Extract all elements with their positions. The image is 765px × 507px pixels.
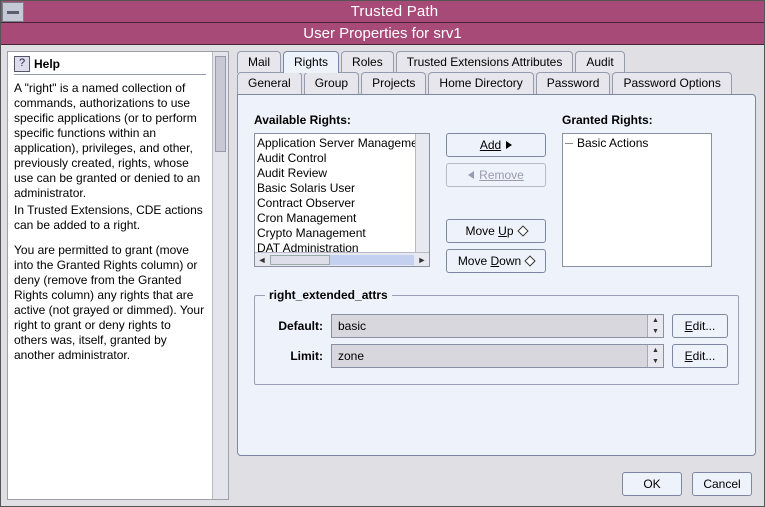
- dialog-footer: OK Cancel: [622, 472, 752, 496]
- chevron-right-icon: [506, 141, 512, 149]
- help-content: ? Help A "right" is a named collection o…: [8, 52, 212, 499]
- hscroll-left-icon[interactable]: ◄: [255, 253, 269, 267]
- help-pane: ? Help A "right" is a named collection o…: [7, 51, 229, 500]
- list-item[interactable]: Basic Solaris User: [257, 181, 413, 196]
- move-down-button[interactable]: Move Down: [446, 249, 546, 273]
- hscroll-thumb[interactable]: [270, 255, 330, 265]
- system-menu-icon[interactable]: [2, 2, 24, 22]
- edit-default-button[interactable]: Edit...: [672, 314, 728, 338]
- edit-limit-button[interactable]: Edit...: [672, 344, 728, 368]
- granted-rights-items[interactable]: Basic Actions: [563, 134, 711, 266]
- limit-label: Limit:: [265, 349, 323, 363]
- title-bar: Trusted Path: [1, 1, 764, 23]
- right-extended-attrs-legend: right_extended_attrs: [265, 288, 392, 302]
- list-item[interactable]: DAT Administration: [257, 241, 413, 252]
- tabs-row-1: Mail Rights Roles Trusted Extensions Att…: [237, 51, 756, 73]
- hscroll-right-icon[interactable]: ►: [415, 253, 429, 267]
- right-extended-attrs-group: right_extended_attrs Default: basic ▲ ▼ …: [254, 295, 739, 385]
- move-down-button-label: Move Down: [458, 254, 521, 268]
- help-text-3: You are permitted to grant (move into th…: [14, 243, 206, 363]
- available-rights-column: Available Rights: Application Server Man…: [254, 113, 430, 267]
- chevron-up-icon[interactable]: ▲: [648, 315, 663, 326]
- list-item[interactable]: Cron Management: [257, 211, 413, 226]
- available-hscrollbar[interactable]: ◄ ►: [255, 252, 429, 266]
- move-buttons-column: Add Remove Move Up Move Down: [446, 113, 546, 273]
- move-up-button[interactable]: Move Up: [446, 219, 546, 243]
- chevron-left-icon: [468, 171, 474, 179]
- default-label: Default:: [265, 319, 323, 333]
- tab-rights[interactable]: Rights: [283, 51, 339, 73]
- tab-general[interactable]: General: [237, 72, 302, 94]
- available-rights-label: Available Rights:: [254, 113, 430, 127]
- help-icon: ?: [14, 56, 30, 72]
- limit-spinner-buttons[interactable]: ▲ ▼: [647, 345, 663, 367]
- rights-lists-row: Available Rights: Application Server Man…: [254, 113, 739, 273]
- available-vscrollbar[interactable]: [415, 134, 429, 252]
- limit-attr-row: Limit: zone ▲ ▼ Edit...: [265, 344, 728, 368]
- help-text-2: In Trusted Extensions, CDE actions can b…: [14, 203, 206, 233]
- tabs-row-2: General Group Projects Home Directory Pa…: [237, 72, 756, 94]
- window-title: Trusted Path: [25, 3, 764, 20]
- tab-group[interactable]: Group: [304, 72, 359, 94]
- available-rights-list[interactable]: Application Server Management Audit Cont…: [254, 133, 430, 267]
- edit-default-label: Edit...: [685, 319, 716, 333]
- limit-value: zone: [332, 345, 647, 367]
- default-value: basic: [332, 315, 647, 337]
- remove-button-label: Remove: [479, 168, 524, 182]
- list-item[interactable]: Audit Control: [257, 151, 413, 166]
- chevron-down-icon[interactable]: ▼: [648, 326, 663, 337]
- tab-audit[interactable]: Audit: [575, 51, 624, 73]
- available-rights-items[interactable]: Application Server Management Audit Cont…: [255, 134, 415, 252]
- spacer: [446, 193, 546, 213]
- ok-button[interactable]: OK: [622, 472, 682, 496]
- tab-projects[interactable]: Projects: [361, 72, 426, 94]
- help-scrollbar[interactable]: [212, 52, 228, 499]
- tab-roles[interactable]: Roles: [341, 51, 394, 73]
- cancel-button[interactable]: Cancel: [692, 472, 752, 496]
- hscroll-track[interactable]: [270, 255, 414, 265]
- tab-password-options[interactable]: Password Options: [612, 72, 731, 94]
- chevron-down-icon[interactable]: ▼: [648, 356, 663, 367]
- tab-mail[interactable]: Mail: [237, 51, 281, 73]
- main-area: ? Help A "right" is a named collection o…: [1, 45, 764, 506]
- tab-password[interactable]: Password: [536, 72, 611, 94]
- diamond-up-icon: [517, 225, 528, 236]
- list-item[interactable]: Contract Observer: [257, 196, 413, 211]
- default-spinner-buttons[interactable]: ▲ ▼: [647, 315, 663, 337]
- add-button-label: Add: [480, 138, 501, 152]
- help-scrollbar-thumb[interactable]: [215, 56, 226, 152]
- add-button[interactable]: Add: [446, 133, 546, 157]
- default-spinner[interactable]: basic ▲ ▼: [331, 314, 664, 338]
- edit-limit-label: Edit...: [685, 349, 716, 363]
- move-up-button-label: Move Up: [465, 224, 513, 238]
- granted-rights-list[interactable]: Basic Actions: [562, 133, 712, 267]
- help-heading-row: ? Help: [14, 56, 206, 75]
- tab-home-directory[interactable]: Home Directory: [428, 72, 533, 94]
- rights-panel: Available Rights: Application Server Man…: [237, 94, 756, 456]
- diamond-down-icon: [525, 255, 536, 266]
- granted-rights-label: Granted Rights:: [562, 113, 712, 127]
- tab-trusted-extensions-attributes[interactable]: Trusted Extensions Attributes: [396, 51, 574, 73]
- limit-spinner[interactable]: zone ▲ ▼: [331, 344, 664, 368]
- default-attr-row: Default: basic ▲ ▼ Edit...: [265, 314, 728, 338]
- window-subtitle: User Properties for srv1: [1, 23, 764, 45]
- chevron-up-icon[interactable]: ▲: [648, 345, 663, 356]
- remove-button: Remove: [446, 163, 546, 187]
- list-item[interactable]: Audit Review: [257, 166, 413, 181]
- list-item[interactable]: Application Server Management: [257, 136, 413, 151]
- granted-rights-column: Granted Rights: Basic Actions: [562, 113, 712, 267]
- help-text-1: A "right" is a named collection of comma…: [14, 81, 206, 201]
- list-item[interactable]: Crypto Management: [257, 226, 413, 241]
- help-heading: Help: [34, 57, 60, 72]
- properties-pane: Mail Rights Roles Trusted Extensions Att…: [229, 45, 764, 506]
- list-item[interactable]: Basic Actions: [565, 136, 709, 151]
